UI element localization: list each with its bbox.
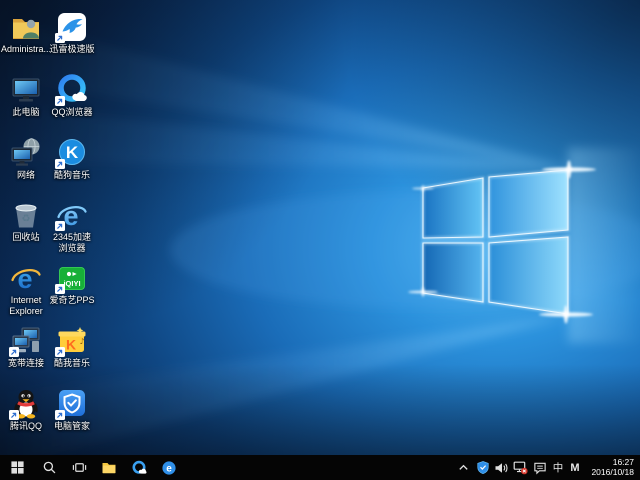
desktop-icon-label: Internet Explorer — [3, 295, 49, 316]
2345-e-icon: e — [55, 198, 89, 231]
svg-text:K: K — [66, 337, 76, 353]
monitor-icon — [9, 73, 43, 106]
svg-text:♻: ♻ — [22, 213, 31, 224]
qq-penguin-icon — [9, 387, 43, 420]
task-view-icon — [72, 460, 87, 475]
shortcut-arrow-icon — [55, 96, 65, 106]
windows-logo-icon — [10, 460, 25, 475]
volume-tray-icon[interactable] — [493, 455, 510, 480]
desktop-icon-label: Administra... — [1, 44, 51, 55]
desktop-icon-label: QQ浏览器 — [51, 107, 92, 118]
desktop-icon-network[interactable]: 网络 — [3, 136, 49, 199]
2345-e-icon: e — [161, 460, 177, 476]
shortcut-arrow-icon — [9, 410, 19, 420]
desktop-icon-kuwo[interactable]: K ♪ 酷我音乐 — [49, 324, 95, 387]
desktop-icon-tencent-qq[interactable]: 腾讯QQ — [3, 387, 49, 450]
action-center-button[interactable] — [531, 455, 548, 480]
clock-date: 2016/10/18 — [591, 468, 634, 478]
broadband-computers-icon — [9, 324, 43, 357]
user-folder-icon — [9, 10, 43, 43]
taskbar: e — [0, 455, 640, 480]
pc-manager-shield-icon — [55, 387, 89, 420]
svg-text:iQIYI: iQIYI — [63, 279, 80, 288]
shortcut-arrow-icon — [55, 284, 65, 294]
system-tray: 中 M 16:27 2016/10/18 — [455, 455, 640, 480]
2345-browser-taskbar-button[interactable]: e — [154, 455, 184, 480]
desktop-icon-iqiyi[interactable]: iQIYI 爱奇艺PPS — [49, 261, 95, 324]
wallpaper — [0, 0, 640, 455]
desktop-icon-internet-explorer[interactable]: e Internet Explorer — [3, 261, 49, 324]
desktop-icon-broadband[interactable]: 宽带连接 — [3, 324, 49, 387]
shortcut-arrow-icon — [9, 347, 19, 357]
action-center-icon — [533, 461, 547, 475]
desktop-icon-label: 回收站 — [12, 232, 39, 243]
folder-icon — [101, 460, 117, 475]
iqiyi-icon: iQIYI — [55, 261, 89, 294]
desktop-icon-2345-browser[interactable]: e 2345加速浏览器 — [49, 198, 95, 261]
ime-language-indicator[interactable]: 中 — [550, 455, 565, 480]
desktop-icon-administrator[interactable]: Administra... — [3, 10, 49, 73]
desktop-icon-label: 2345加速浏览器 — [49, 232, 95, 253]
qq-browser-icon — [55, 73, 89, 106]
svg-text:K: K — [66, 143, 79, 162]
task-view-button[interactable] — [64, 455, 94, 480]
shortcut-arrow-icon — [55, 33, 65, 43]
desktop-icon-grid: Administra... 此电脑 — [3, 10, 95, 450]
qq-browser-icon — [131, 460, 148, 476]
desktop-icon-thunder[interactable]: 迅雷极速版 — [49, 10, 95, 73]
desktop-icon-this-pc[interactable]: 此电脑 — [3, 73, 49, 136]
desktop-icon-label: 腾讯QQ — [10, 421, 42, 432]
qq-browser-taskbar-button[interactable] — [124, 455, 154, 480]
ime-mode-indicator[interactable]: M — [567, 455, 582, 480]
desktop-icon-label: 宽带连接 — [8, 358, 44, 369]
desktop-icon-label: 电脑管家 — [54, 421, 90, 432]
pc-manager-tray-icon[interactable] — [474, 455, 491, 480]
svg-text:e: e — [17, 264, 32, 294]
shield-icon — [476, 460, 490, 475]
chevron-up-icon — [457, 461, 470, 474]
network-disconnected-icon — [513, 460, 528, 475]
desktop-icon-label: 网络 — [17, 170, 35, 181]
network-tray-icon[interactable] — [512, 455, 529, 480]
desktop-icon-label: 酷我音乐 — [54, 358, 90, 369]
shortcut-arrow-icon — [55, 410, 65, 420]
svg-text:e: e — [63, 201, 78, 231]
shortcut-arrow-icon — [55, 347, 65, 357]
desktop-icon-label: 酷狗音乐 — [54, 170, 90, 181]
desktop-icon-recycle-bin[interactable]: ♻ 回收站 — [3, 198, 49, 261]
desktop-icon-kugou[interactable]: K 酷狗音乐 — [49, 136, 95, 199]
file-explorer-button[interactable] — [94, 455, 124, 480]
ie-icon: e — [9, 261, 43, 294]
svg-text:e: e — [166, 463, 172, 474]
desktop-icon-qq-browser[interactable]: QQ浏览器 — [49, 73, 95, 136]
hidden-icons-button[interactable] — [455, 455, 472, 480]
kuwo-box-icon: K ♪ — [55, 324, 89, 357]
desktop-icon-pc-manager[interactable]: 电脑管家 — [49, 387, 95, 450]
start-button[interactable] — [0, 455, 34, 480]
search-icon — [42, 460, 57, 475]
shortcut-arrow-icon — [55, 221, 65, 231]
windows-hero-logo — [0, 0, 640, 455]
desktop-icon-label: 爱奇艺PPS — [49, 295, 94, 306]
speaker-icon — [494, 461, 509, 475]
taskbar-clock[interactable]: 16:27 2016/10/18 — [588, 455, 637, 480]
network-globe-icon — [9, 136, 43, 169]
svg-text:♪: ♪ — [80, 337, 85, 346]
desktop-icon-label: 迅雷极速版 — [49, 44, 94, 55]
kugou-k-icon: K — [55, 136, 89, 169]
recycle-bin-icon: ♻ — [9, 198, 43, 231]
shortcut-arrow-icon — [55, 159, 65, 169]
search-button[interactable] — [34, 455, 64, 480]
desktop-icon-label: 此电脑 — [12, 107, 39, 118]
windows-desktop: Administra... 此电脑 — [0, 0, 640, 480]
thunder-bird-icon — [55, 10, 89, 43]
